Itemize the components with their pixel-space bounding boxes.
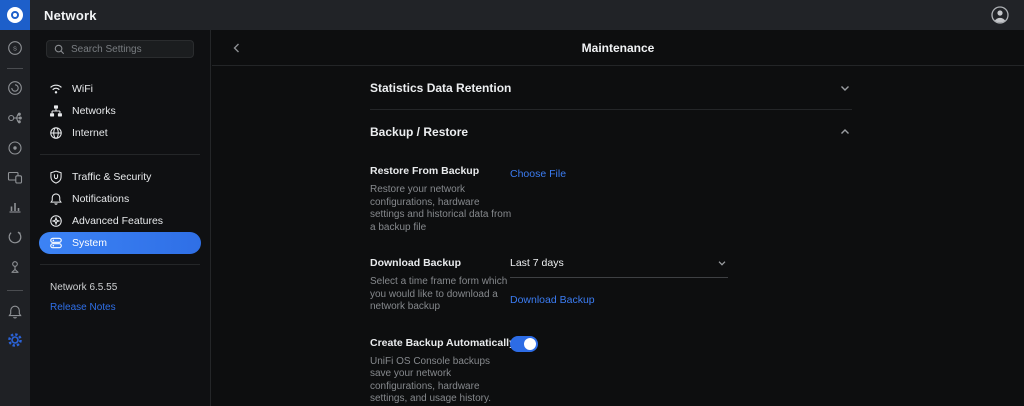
target-clients-icon[interactable] xyxy=(7,140,23,156)
unifi-logo-icon xyxy=(7,7,23,23)
section-statistics-data-retention[interactable]: Statistics Data Retention xyxy=(370,66,852,110)
bell-notifications-icon[interactable] xyxy=(7,304,23,320)
spiral-dashboard-icon[interactable] xyxy=(7,80,23,96)
release-notes-link[interactable]: Release Notes xyxy=(50,302,116,313)
topology-icon[interactable] xyxy=(7,110,23,126)
sparkle-circle-icon xyxy=(49,214,63,228)
choose-file-button[interactable]: Choose File xyxy=(510,167,566,181)
topbar: Network xyxy=(30,0,1024,30)
sidebar-item-label: Traffic & Security xyxy=(72,171,151,183)
chevron-up-icon xyxy=(838,125,852,139)
toggle-knob xyxy=(524,338,536,350)
main-content: Maintenance Statistics Data Retention Ba… xyxy=(212,30,1024,406)
ring-insights-icon[interactable] xyxy=(7,229,23,245)
timeframe-selected-value: Last 7 days xyxy=(510,256,564,270)
search-icon xyxy=(54,44,65,55)
svg-text:s: s xyxy=(13,44,17,53)
page-title: Maintenance xyxy=(582,41,655,55)
sidebar-item-system[interactable]: System xyxy=(39,232,201,254)
shield-icon xyxy=(49,170,63,184)
user-avatar-icon[interactable] xyxy=(990,5,1010,25)
beacon-hotspot-icon[interactable] xyxy=(7,259,23,275)
section-backup-restore[interactable]: Backup / Restore xyxy=(370,110,852,154)
sidebar-nav: WiFi Networks Internet xyxy=(30,78,210,254)
unifi-logo[interactable] xyxy=(0,0,30,30)
sidebar-item-label: System xyxy=(72,237,107,249)
row-description: Select a time frame form which you would… xyxy=(370,276,512,314)
back-chevron-icon[interactable] xyxy=(230,41,244,55)
sidebar-divider xyxy=(40,264,200,265)
gear-settings-icon[interactable] xyxy=(7,332,23,348)
sidebar-item-label: WiFi xyxy=(72,83,93,95)
app-title: Network xyxy=(44,8,97,23)
sidebar-item-internet[interactable]: Internet xyxy=(39,122,201,144)
content-header: Maintenance xyxy=(212,30,1024,66)
globe-icon xyxy=(49,126,63,140)
sidebar-item-label: Notifications xyxy=(72,193,129,205)
sidebar-item-networks[interactable]: Networks xyxy=(39,100,201,122)
rail-divider xyxy=(7,290,23,291)
sidebar-item-advanced-features[interactable]: Advanced Features xyxy=(39,210,201,232)
sidebar-item-wifi[interactable]: WiFi xyxy=(39,78,201,100)
settings-sidebar: WiFi Networks Internet xyxy=(30,30,211,406)
auto-backup-toggle[interactable] xyxy=(510,336,538,352)
sidebar-item-traffic-security[interactable]: Traffic & Security xyxy=(39,166,201,188)
sidebar-item-label: Internet xyxy=(72,127,108,139)
sidebar-item-notifications[interactable]: Notifications xyxy=(39,188,201,210)
sidebar-item-label: Advanced Features xyxy=(72,215,163,227)
row-description: Restore your network configurations, har… xyxy=(370,184,512,234)
create-backup-automatically-row: Create Backup Automatically UniFi OS Con… xyxy=(370,336,852,406)
sidebar-divider xyxy=(40,154,200,155)
bell-icon xyxy=(49,192,63,206)
download-backup-button[interactable]: Download Backup xyxy=(510,293,595,307)
section-title: Statistics Data Retention xyxy=(370,81,511,95)
devices-icon[interactable] xyxy=(7,169,23,185)
timeframe-select[interactable]: Last 7 days xyxy=(510,256,728,278)
chevron-down-icon xyxy=(838,81,852,95)
restore-from-backup-row: Restore From Backup Restore your network… xyxy=(370,164,852,234)
row-label: Create Backup Automatically xyxy=(370,336,510,350)
version-text: Network 6.5.55 xyxy=(50,282,210,293)
app-rail: s xyxy=(0,30,30,406)
system-icon xyxy=(49,236,63,250)
bar-chart-statistics-icon[interactable] xyxy=(7,199,23,215)
section-title: Backup / Restore xyxy=(370,125,468,139)
row-description: UniFi OS Console backups save your netwo… xyxy=(370,356,512,406)
rail-divider xyxy=(7,68,23,69)
search-settings[interactable] xyxy=(46,40,194,58)
s-console-icon[interactable]: s xyxy=(7,40,23,56)
sidebar-item-label: Networks xyxy=(72,105,116,117)
chevron-down-icon xyxy=(716,257,728,269)
row-label: Restore From Backup xyxy=(370,164,510,178)
row-label: Download Backup xyxy=(370,256,510,270)
networks-icon xyxy=(49,104,63,118)
download-backup-row: Download Backup Select a time frame form… xyxy=(370,256,852,314)
wifi-icon xyxy=(49,82,63,96)
search-input[interactable] xyxy=(71,44,186,55)
